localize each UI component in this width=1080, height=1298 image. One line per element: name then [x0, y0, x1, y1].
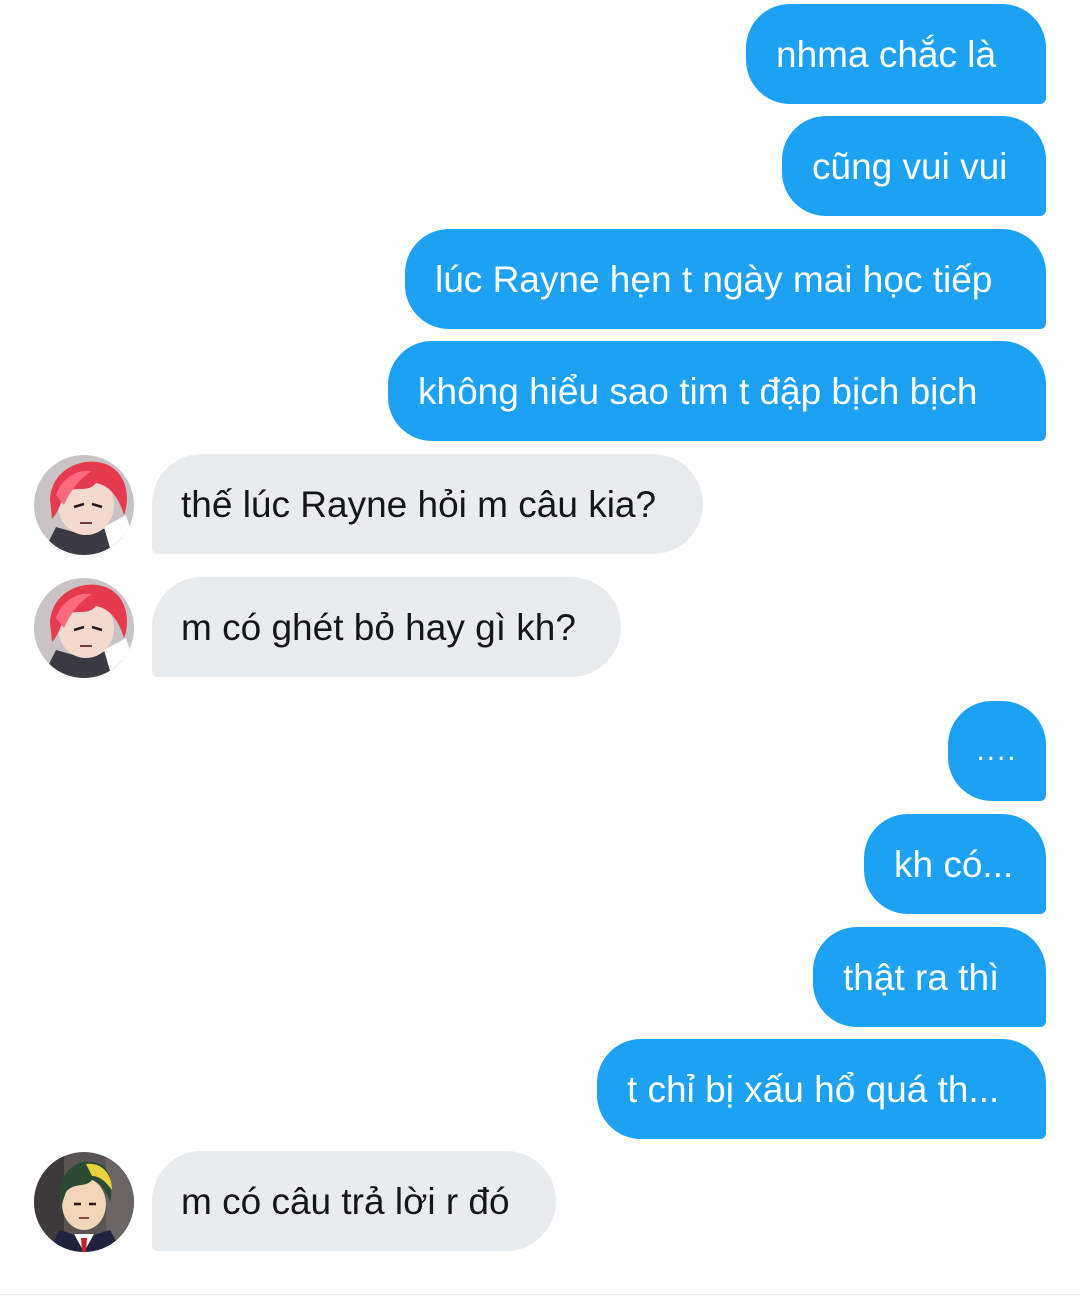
message-text: m có câu trả lời r đó: [181, 1180, 510, 1222]
message-bubble-outgoing[interactable]: t chỉ bị xấu hổ quá th...: [597, 1039, 1046, 1139]
message-text: cũng vui vui: [812, 145, 1008, 187]
message-text: nhma chắc là: [776, 33, 997, 75]
message-bubble-outgoing[interactable]: kh có...: [864, 814, 1046, 914]
message-bubble-incoming[interactable]: m có ghét bỏ hay gì kh?: [152, 577, 621, 677]
message-text: thật ra thì: [843, 956, 1000, 998]
message-bubble-outgoing[interactable]: ....: [948, 701, 1046, 801]
message-text: thế lúc Rayne hỏi m câu kia?: [181, 483, 657, 525]
message-text: ....: [976, 734, 1018, 767]
message-bubble-outgoing[interactable]: không hiểu sao tim t đập bịch bịch: [388, 341, 1046, 441]
green-hair-avatar[interactable]: [34, 1152, 134, 1252]
message-bubble-outgoing[interactable]: thật ra thì: [813, 927, 1046, 1027]
message-text: kh có...: [894, 843, 1014, 885]
red-hair-avatar[interactable]: [34, 578, 134, 678]
divider: [0, 1294, 1080, 1295]
message-bubble-incoming[interactable]: m có câu trả lời r đó: [152, 1151, 556, 1251]
red-hair-avatar[interactable]: [34, 455, 134, 555]
message-text: không hiểu sao tim t đập bịch bịch: [418, 370, 978, 412]
message-bubble-incoming[interactable]: thế lúc Rayne hỏi m câu kia?: [152, 454, 703, 554]
message-bubble-outgoing[interactable]: cũng vui vui: [782, 116, 1046, 216]
message-text: m có ghét bỏ hay gì kh?: [181, 606, 576, 648]
message-text: t chỉ bị xấu hổ quá th...: [627, 1068, 1000, 1110]
message-bubble-outgoing[interactable]: lúc Rayne hẹn t ngày mai học tiếp: [405, 229, 1046, 329]
message-text: lúc Rayne hẹn t ngày mai học tiếp: [435, 258, 993, 300]
message-bubble-outgoing[interactable]: nhma chắc là: [746, 4, 1046, 104]
conversation-thread: nhma chắc là cũng vui vui lúc Rayne hẹn …: [0, 0, 1080, 1298]
